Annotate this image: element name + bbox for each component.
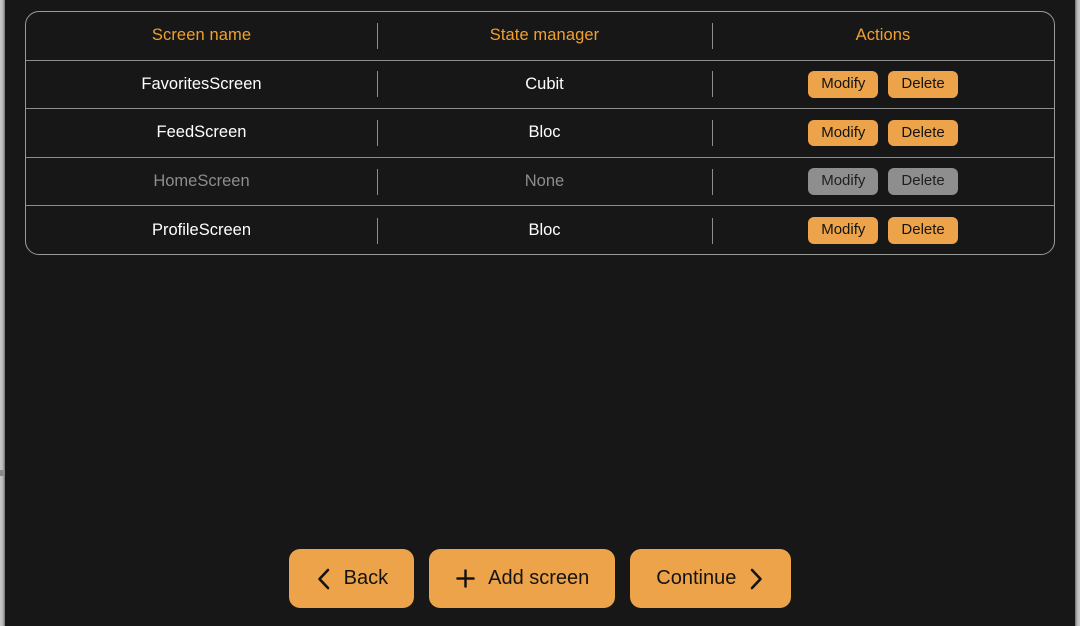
modify-button: Modify — [808, 168, 878, 195]
column-separator — [377, 120, 378, 146]
cell-screen-name: FeedScreen — [26, 109, 377, 157]
add-screen-button[interactable]: Add screen — [429, 549, 615, 608]
back-button-label: Back — [344, 567, 388, 590]
cell-actions: Modify Delete — [712, 61, 1054, 109]
column-separator — [377, 169, 378, 195]
add-screen-button-label: Add screen — [488, 567, 589, 590]
column-header-screen-name: Screen name — [26, 12, 377, 60]
back-button[interactable]: Back — [289, 549, 414, 608]
cell-screen-name: ProfileScreen — [26, 206, 377, 255]
modify-button[interactable]: Modify — [808, 217, 878, 244]
cell-screen-name: FavoritesScreen — [26, 61, 377, 109]
column-separator — [712, 169, 713, 195]
table-row: HomeScreen None Modify Delete — [26, 158, 1054, 207]
modify-button[interactable]: Modify — [808, 71, 878, 98]
cell-actions: Modify Delete — [712, 206, 1054, 255]
table-row: FeedScreen Bloc Modify Delete — [26, 109, 1054, 158]
footer-button-bar: Back Add screen Continue — [5, 549, 1075, 608]
continue-button-label: Continue — [656, 567, 736, 590]
plus-icon — [455, 568, 476, 589]
column-separator — [712, 218, 713, 244]
table-row: FavoritesScreen Cubit Modify Delete — [26, 61, 1054, 110]
chevron-left-icon — [315, 567, 332, 591]
main-content: Screen name State manager Actions Favori… — [5, 0, 1075, 626]
delete-button[interactable]: Delete — [888, 71, 957, 98]
continue-button[interactable]: Continue — [630, 549, 791, 608]
column-separator — [712, 23, 713, 49]
modify-button[interactable]: Modify — [808, 120, 878, 147]
screens-table: Screen name State manager Actions Favori… — [25, 11, 1055, 255]
column-separator — [377, 71, 378, 97]
cell-actions: Modify Delete — [712, 158, 1054, 206]
cell-state-manager: None — [377, 158, 712, 206]
column-separator — [377, 218, 378, 244]
table-row: ProfileScreen Bloc Modify Delete — [26, 206, 1054, 255]
column-header-state-manager: State manager — [377, 12, 712, 60]
app-window: Screen name State manager Actions Favori… — [0, 0, 1080, 626]
cell-actions: Modify Delete — [712, 109, 1054, 157]
delete-button[interactable]: Delete — [888, 120, 957, 147]
column-separator — [712, 71, 713, 97]
table-header-row: Screen name State manager Actions — [26, 12, 1054, 61]
column-header-actions: Actions — [712, 12, 1054, 60]
delete-button: Delete — [888, 168, 957, 195]
column-separator — [377, 23, 378, 49]
cell-state-manager: Bloc — [377, 109, 712, 157]
window-right-edge — [1075, 0, 1080, 626]
cell-state-manager: Cubit — [377, 61, 712, 109]
column-separator — [712, 120, 713, 146]
cell-state-manager: Bloc — [377, 206, 712, 255]
cell-screen-name: HomeScreen — [26, 158, 377, 206]
delete-button[interactable]: Delete — [888, 217, 957, 244]
chevron-right-icon — [748, 567, 765, 591]
